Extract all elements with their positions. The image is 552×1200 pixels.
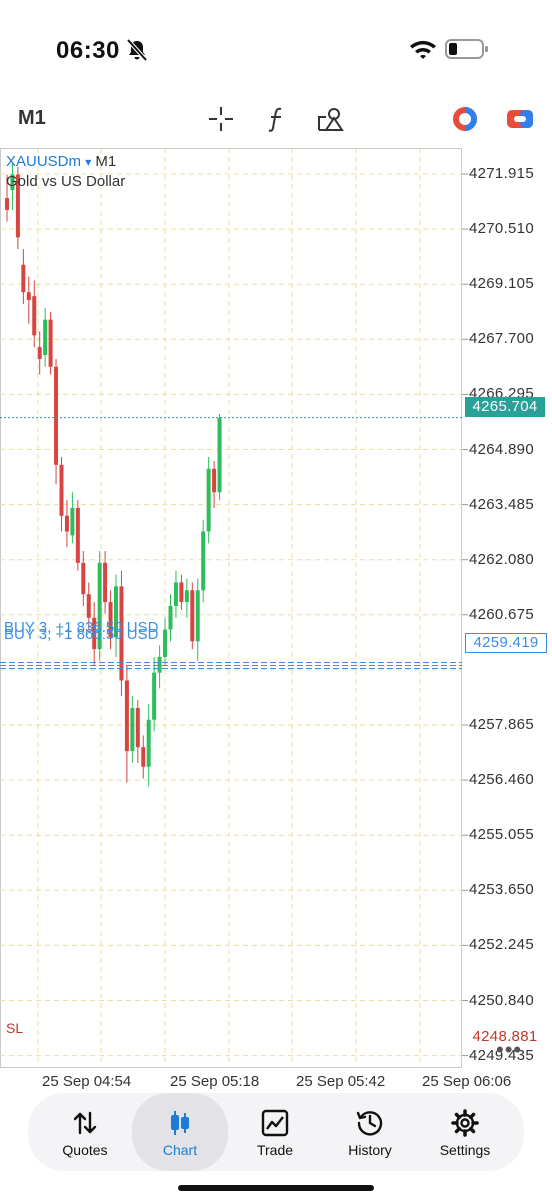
chart-symbol[interactable]: XAUUSDm ▾ M1	[6, 153, 116, 170]
tab-label: Chart	[162, 1142, 198, 1158]
crosshair-icon[interactable]	[206, 104, 236, 134]
price-axis-label: 4257.865	[469, 716, 534, 733]
time-label: 25 Sep 06:06	[422, 1073, 512, 1090]
indicator-f-icon[interactable]	[261, 104, 291, 134]
candle-body	[206, 468, 211, 532]
price-axis-label: 4262.080	[469, 550, 534, 568]
bell-muted-icon	[126, 38, 148, 62]
price-chart[interactable]	[0, 148, 462, 1068]
candle-body	[157, 656, 162, 673]
status-bar: 06:30	[0, 0, 552, 100]
price-axis-label: 4260.675	[469, 605, 534, 623]
price-axis-label: 4252.245	[469, 936, 534, 954]
tab-settings[interactable]: Settings	[417, 1093, 513, 1171]
candle-body	[59, 464, 64, 516]
candle-body	[43, 319, 48, 355]
price-axis-label: 4269.105	[469, 275, 534, 293]
candle-body	[37, 347, 42, 359]
timeframe-button[interactable]: M1	[18, 107, 46, 130]
candle-body	[195, 590, 200, 642]
price-axis-label: 4253.650	[469, 881, 534, 899]
candle-body	[212, 468, 217, 493]
candles-icon	[171, 1111, 189, 1135]
candle-body	[86, 594, 91, 618]
wifi-icon	[410, 40, 436, 59]
candle-body	[135, 707, 140, 748]
candle-body	[21, 264, 26, 293]
price-axis-label: 4267.700	[469, 330, 534, 348]
candle-body	[190, 590, 195, 642]
candle-body	[217, 417, 222, 493]
price-axis-label: 4270.510	[469, 220, 534, 238]
time-label: 25 Sep 05:18	[170, 1073, 260, 1090]
price-axis-label: 4255.055	[469, 826, 534, 844]
tab-label: Trade	[256, 1142, 294, 1158]
tab-quotes[interactable]: Quotes	[37, 1093, 133, 1171]
trade-chart-icon	[261, 1109, 289, 1137]
candle-body	[130, 707, 135, 752]
candle-body	[64, 515, 69, 532]
tab-label: Settings	[439, 1142, 491, 1158]
price-axis-label: 4264.890	[469, 440, 534, 458]
candle-body	[81, 562, 86, 595]
candle-body	[184, 590, 189, 603]
candle-body	[124, 680, 129, 752]
candle-body	[163, 629, 168, 657]
home-indicator	[178, 1185, 374, 1191]
candle-body	[168, 605, 173, 630]
candle-body	[70, 507, 75, 536]
current-price-tag: 4265.704	[465, 397, 545, 417]
candle-body	[141, 747, 146, 767]
candle-body	[32, 296, 37, 336]
candle-body	[173, 582, 178, 606]
symbol-description: Gold vs US Dollar	[6, 173, 126, 190]
history-clock-icon	[356, 1111, 383, 1136]
price-axis-label: 4263.485	[469, 495, 534, 513]
time-label: 25 Sep 04:54	[42, 1073, 132, 1090]
order-label-2[interactable]: BUY 3, +1 866.50 USD	[4, 626, 158, 643]
quotes-arrows-icon	[73, 1111, 97, 1135]
account-color-icon[interactable]	[450, 104, 480, 134]
candle-body	[201, 531, 206, 591]
status-time: 06:30	[56, 37, 120, 64]
trade-toggle-icon[interactable]	[505, 104, 535, 134]
order-price-tag: 4259.419	[465, 633, 547, 653]
candle-body	[179, 582, 184, 603]
candle-body	[146, 719, 151, 767]
time-label: 25 Sep 05:42	[296, 1073, 386, 1090]
tab-history[interactable]: History	[322, 1093, 418, 1171]
candle-body	[152, 672, 157, 720]
battery-icon	[445, 39, 488, 59]
chart-frame	[0, 148, 462, 1068]
tab-trade[interactable]: Trade	[227, 1093, 323, 1171]
tab-label: Quotes	[62, 1142, 108, 1158]
symbol-dropdown-icon[interactable]: ▾	[85, 155, 91, 169]
gear-icon	[451, 1109, 479, 1137]
price-axis-label: 4256.460	[469, 771, 534, 789]
candle-body	[5, 198, 9, 210]
objects-icon[interactable]	[315, 104, 345, 134]
candle-body	[75, 507, 80, 563]
tab-label: History	[348, 1142, 392, 1158]
sl-label[interactable]: SL	[6, 1020, 23, 1036]
symbol-name: XAUUSDm	[6, 153, 82, 170]
candle-body	[54, 366, 59, 465]
more-dots-icon[interactable]: •••	[496, 1037, 522, 1063]
candle-body	[26, 292, 31, 301]
symbol-timeframe: M1	[95, 153, 117, 170]
tab-chart[interactable]: Chart	[132, 1093, 228, 1171]
candle-body	[103, 562, 108, 603]
price-axis-label: 4271.915	[469, 165, 534, 182]
candle-body	[48, 319, 53, 367]
price-axis-label: 4250.840	[469, 991, 534, 1009]
